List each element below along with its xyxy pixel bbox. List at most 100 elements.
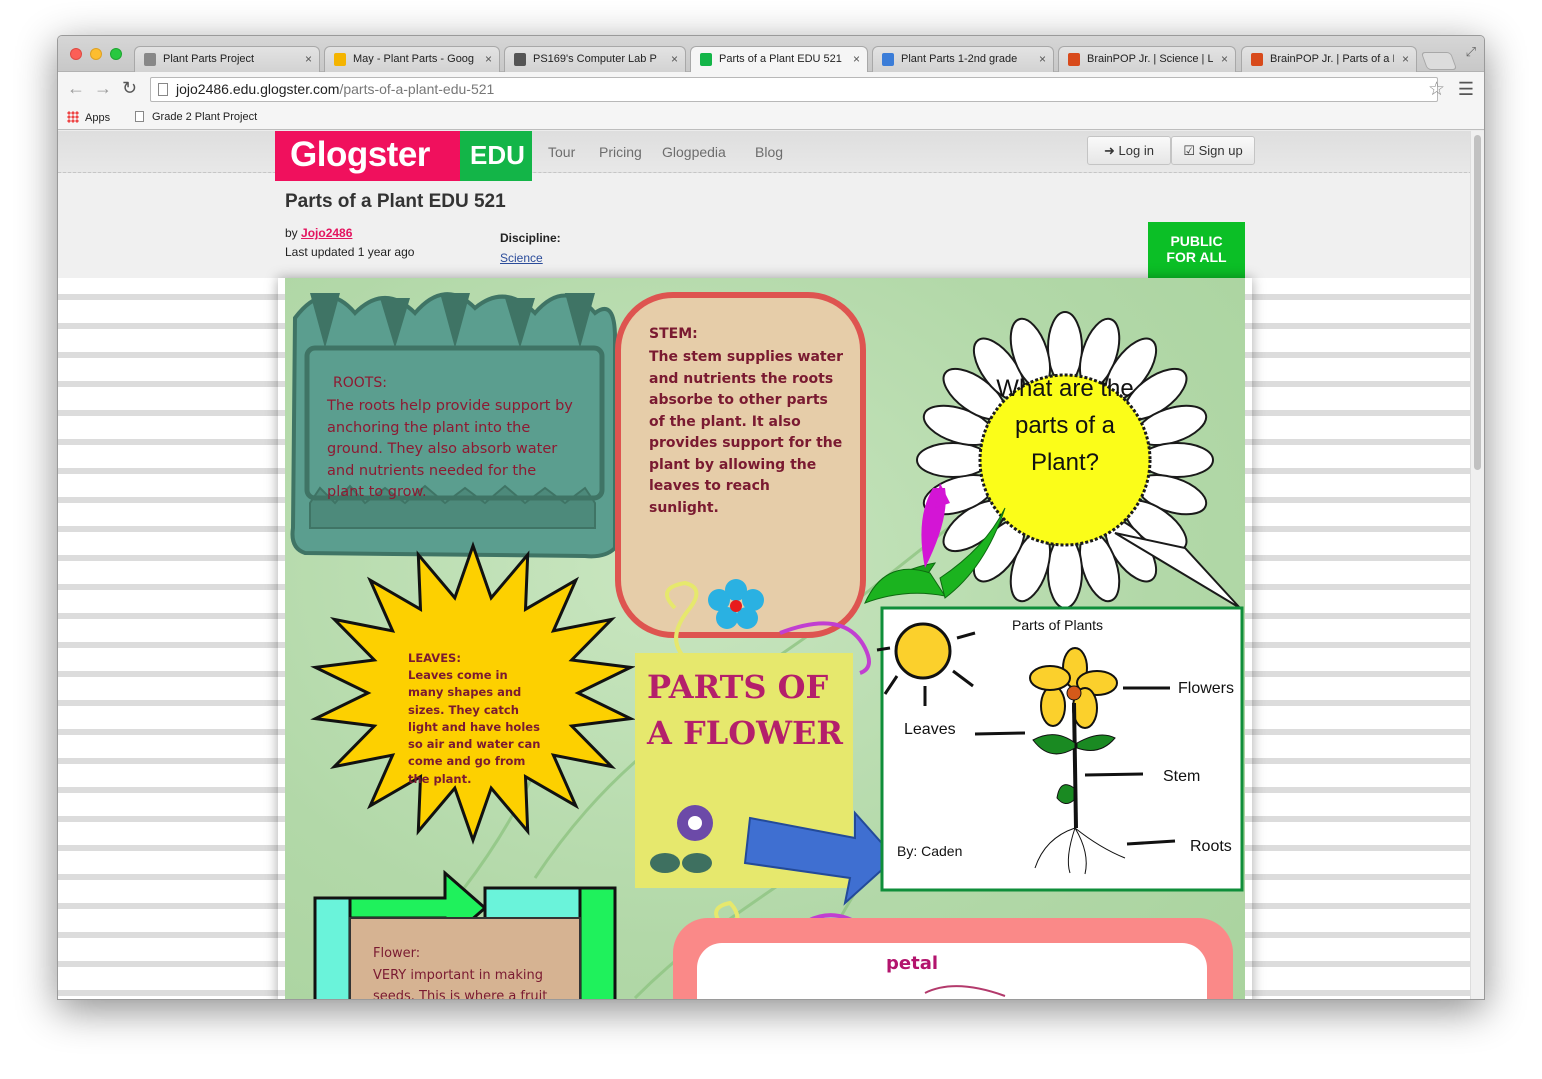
byline: by Jojo2486 <box>285 226 352 240</box>
tab-title: Plant Parts Project <box>163 53 255 65</box>
tab-title: May - Plant Parts - Goog <box>353 53 475 65</box>
label-flowers: Flowers <box>1178 680 1235 697</box>
stem-title: STEM: <box>649 326 698 342</box>
nav-pricing[interactable]: Pricing <box>599 144 642 160</box>
edu-logo[interactable]: EDU <box>460 131 532 181</box>
leaves-title: LEAVES: <box>408 651 461 665</box>
petal-label: petal <box>886 953 939 974</box>
tab-title: Parts of a Plant EDU 521 <box>719 53 842 65</box>
browser-tab[interactable]: May - Plant Parts - Goog × <box>324 46 500 72</box>
label-leaves: Leaves <box>904 721 956 738</box>
flower-text: VERY important in making seeds. This is … <box>373 968 548 1000</box>
discipline-label: Discipline: <box>500 231 561 245</box>
bookmark-star-icon[interactable]: ☆ <box>1428 78 1445 101</box>
public-line-1: PUBLIC <box>1170 233 1223 249</box>
nav-glogpedia[interactable]: Glogpedia <box>662 144 726 160</box>
glog-meta: Parts of a Plant EDU 521 by Jojo2486 Las… <box>58 173 1472 278</box>
page-title: Parts of a Plant EDU 521 <box>285 191 506 212</box>
bookmark-apps-label: Apps <box>85 112 111 124</box>
browser-tab[interactable]: Parts of a Plant EDU 521 × <box>690 46 868 73</box>
label-roots: Roots <box>1190 838 1232 855</box>
tab-close-icon[interactable]: × <box>485 52 492 66</box>
bookmarks-bar: Apps Grade 2 Plant Project <box>58 106 1484 130</box>
minimize-window-button[interactable] <box>90 48 102 60</box>
login-arrow-icon: ➜ <box>1104 143 1115 158</box>
roots-title: ROOTS: <box>333 375 387 391</box>
author-link[interactable]: Jojo2486 <box>301 226 352 240</box>
tab-close-icon[interactable]: × <box>305 52 312 66</box>
question-text: What are the parts of a Plant? <box>996 375 1134 476</box>
stem-text: The stem supplies water and nutrients th… <box>649 349 843 516</box>
browser-tab[interactable]: Plant Parts 1-2nd grade × <box>872 46 1054 72</box>
tab-favicon-icon <box>334 53 346 66</box>
parts-flower-heading-1: PARTS OF <box>647 668 829 706</box>
flower-title: Flower: <box>373 946 421 961</box>
roots-text: The roots help provide support by anchor… <box>327 398 573 500</box>
login-button[interactable]: ➜ Log in <box>1087 136 1171 165</box>
login-label: Log in <box>1118 143 1154 158</box>
by-label: by <box>285 226 298 240</box>
nav-tour[interactable]: Tour <box>548 144 575 160</box>
browser-tab[interactable]: PS169's Computer Lab P × <box>504 46 686 72</box>
fullscreen-icon[interactable]: ⤢ <box>1466 44 1476 60</box>
bookmark-apps[interactable]: Apps <box>67 111 110 124</box>
browser-tab[interactable]: BrainPOP Jr. | Parts of a P × <box>1241 46 1417 72</box>
reload-icon[interactable]: ↻ <box>122 78 137 99</box>
page-icon <box>158 83 168 96</box>
new-tab-button[interactable] <box>1420 52 1458 70</box>
tab-close-icon[interactable]: × <box>1221 52 1228 66</box>
glog-poster: ROOTS: The roots help provide support by… <box>285 278 1245 1000</box>
checkbox-icon: ☑ <box>1183 143 1195 158</box>
tab-title: Plant Parts 1-2nd grade <box>901 53 1018 65</box>
tab-close-icon[interactable]: × <box>853 52 860 66</box>
bookmark-grade-2-label: Grade 2 Plant Project <box>152 111 258 123</box>
tab-favicon-icon <box>144 53 156 66</box>
tab-favicon-icon <box>1251 53 1263 66</box>
back-icon[interactable]: ← <box>67 78 85 99</box>
tab-close-icon[interactable]: × <box>1039 52 1046 66</box>
tab-strip: Plant Parts Project × May - Plant Parts - … <box>58 36 1484 73</box>
tab-favicon-icon <box>514 53 526 66</box>
nav-blog[interactable]: Blog <box>755 144 783 160</box>
browser-window: Plant Parts Project × May - Plant Parts - … <box>57 35 1485 1000</box>
forward-icon[interactable]: → <box>94 78 112 99</box>
last-updated: Last updated 1 year ago <box>285 245 415 259</box>
tab-favicon-icon <box>882 53 894 66</box>
browser-toolbar: ← → ↻ jojo2486.edu.glogster.com/parts-of… <box>58 72 1484 106</box>
url-path: /parts-of-a-plant-edu-521 <box>339 81 495 97</box>
zoom-window-button[interactable] <box>110 48 122 60</box>
diagram-credit: By: Caden <box>897 843 963 859</box>
page-icon <box>135 111 144 122</box>
site-header: Tour Pricing Glogpedia Blog ➜ Log in ☑ S… <box>58 131 1472 173</box>
browser-tab[interactable]: BrainPOP Jr. | Science | L × <box>1058 46 1236 72</box>
parts-flower-heading-2: A FLOWER <box>647 714 843 752</box>
tab-title: BrainPOP Jr. | Parts of a P <box>1270 53 1394 65</box>
diagram-title: Parts of Plants <box>1012 617 1104 633</box>
discipline-link[interactable]: Science <box>500 251 543 265</box>
glogster-logo[interactable]: Glogster <box>275 131 460 181</box>
page-content: Tour Pricing Glogpedia Blog ➜ Log in ☑ S… <box>58 131 1472 1000</box>
daisy-petal <box>1047 535 1083 609</box>
tab-favicon-icon <box>700 53 712 66</box>
chrome-menu-icon[interactable]: ☰ <box>1458 79 1474 100</box>
scrollbar-thumb[interactable] <box>1474 135 1481 470</box>
browser-tab[interactable]: Plant Parts Project × <box>134 46 320 72</box>
apps-grid-icon <box>67 111 79 123</box>
tab-title: PS169's Computer Lab P <box>533 53 657 65</box>
signup-button[interactable]: ☑ Sign up <box>1171 136 1255 165</box>
signup-label: Sign up <box>1198 143 1243 158</box>
public-badge: PUBLIC FOR ALL <box>1148 222 1245 278</box>
address-bar[interactable]: jojo2486.edu.glogster.com/parts-of-a-pla… <box>150 77 1438 102</box>
daisy-petal <box>1140 442 1214 478</box>
close-window-button[interactable] <box>70 48 82 60</box>
daisy-petal <box>916 442 990 478</box>
leaves-text: Leaves come in many shapes and sizes. Th… <box>408 668 541 786</box>
tab-close-icon[interactable]: × <box>1402 52 1409 66</box>
tab-favicon-icon <box>1068 53 1080 66</box>
public-line-2: FOR ALL <box>1166 249 1227 265</box>
bookmark-grade-2[interactable]: Grade 2 Plant Project <box>135 111 257 123</box>
url-host: jojo2486.edu.glogster.com <box>176 81 340 97</box>
tab-close-icon[interactable]: × <box>671 52 678 66</box>
page-scrollbar[interactable] <box>1470 131 1484 999</box>
tab-title: BrainPOP Jr. | Science | L <box>1087 53 1213 65</box>
